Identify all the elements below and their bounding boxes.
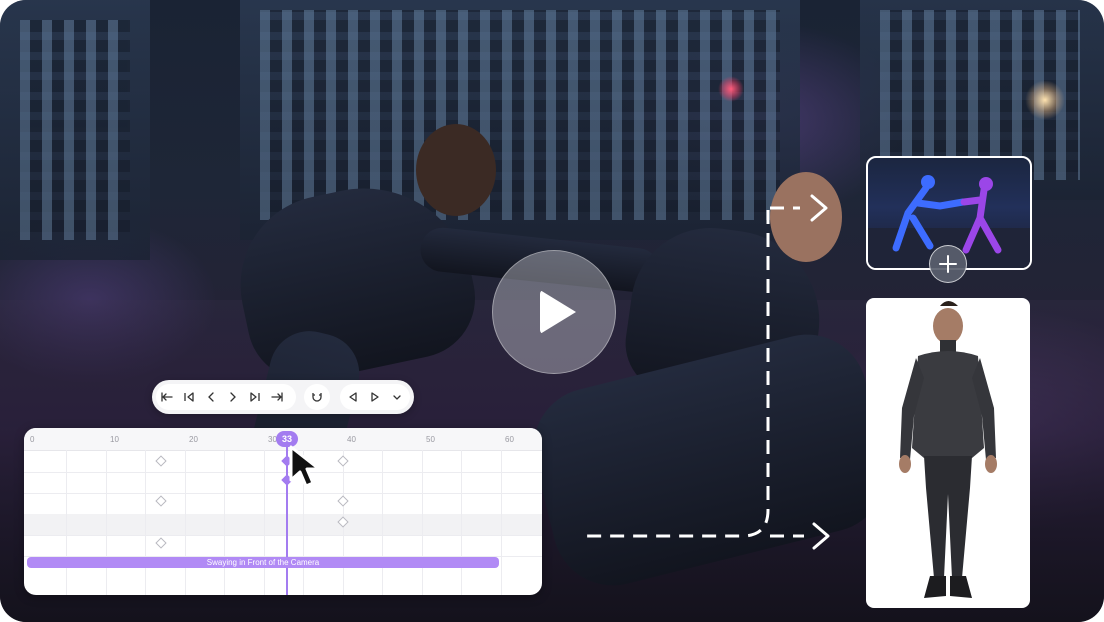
add-button[interactable]	[929, 245, 967, 283]
grid-line	[382, 450, 383, 595]
play-reverse-icon	[349, 392, 357, 402]
character-figure	[899, 301, 997, 598]
grid-line	[66, 450, 67, 595]
next-keyframe-button[interactable]	[244, 384, 266, 410]
grid-line	[145, 450, 146, 595]
motion-clip[interactable]: Swaying in Front of the Camera	[27, 557, 499, 568]
grid-line	[461, 450, 462, 595]
ruler-label: 50	[426, 435, 435, 444]
step-back-button[interactable]	[200, 384, 222, 410]
ruler-label: 40	[347, 435, 356, 444]
step-back-icon	[208, 392, 214, 402]
jump-end-button[interactable]	[266, 384, 288, 410]
jump-start-button[interactable]	[156, 384, 178, 410]
video-preview: 0 10 20 30 40 50 60 Swaying in Front of …	[0, 0, 1104, 622]
grid-line	[224, 450, 225, 595]
track-row	[24, 493, 542, 515]
jump-start-icon	[161, 392, 173, 402]
mouse-cursor-icon	[289, 445, 321, 488]
playback-toolbar	[152, 380, 414, 414]
track-row	[24, 535, 542, 557]
grid-line	[106, 450, 107, 595]
play-direction-group	[340, 384, 410, 410]
grid-line	[185, 450, 186, 595]
grid-line	[264, 450, 265, 595]
play-reverse-button[interactable]	[342, 384, 364, 410]
grid-line	[501, 450, 502, 595]
step-forward-button[interactable]	[222, 384, 244, 410]
prev-keyframe-icon	[184, 392, 194, 402]
navigation-group	[156, 384, 296, 410]
step-forward-icon	[230, 392, 236, 402]
keyframe-timeline[interactable]: 0 10 20 30 40 50 60 Swaying in Front of …	[24, 428, 542, 595]
ruler-label: 0	[30, 435, 35, 444]
next-keyframe-icon	[250, 392, 260, 402]
ruler-label: 10	[110, 435, 119, 444]
ruler-label: 20	[189, 435, 198, 444]
reference-character-card[interactable]	[866, 298, 1030, 608]
track-row	[24, 472, 542, 494]
ruler-label: 60	[505, 435, 514, 444]
plus-icon	[939, 255, 957, 273]
chevron-down-icon	[393, 395, 401, 400]
play-forward-button[interactable]	[364, 384, 386, 410]
snap-group	[304, 384, 330, 410]
magnet-icon	[312, 393, 322, 402]
track-row	[24, 514, 542, 536]
play-forward-icon	[371, 392, 379, 402]
jump-end-icon	[271, 392, 283, 402]
prev-keyframe-button[interactable]	[178, 384, 200, 410]
magnet-button[interactable]	[306, 384, 328, 410]
playback-options-button[interactable]	[386, 384, 408, 410]
grid-line	[422, 450, 423, 595]
